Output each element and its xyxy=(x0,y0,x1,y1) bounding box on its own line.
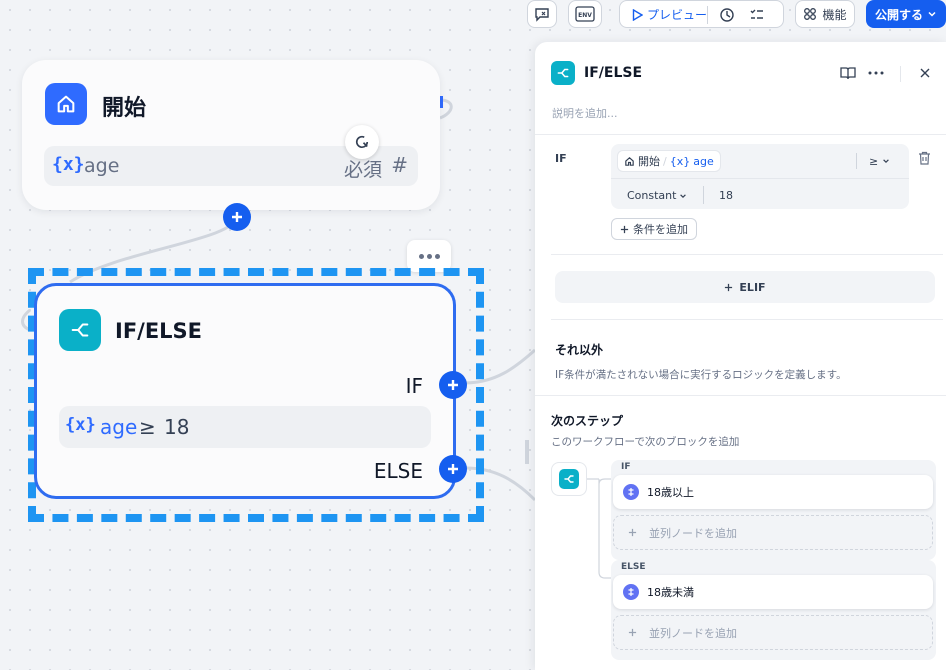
features-button[interactable]: 機能 xyxy=(795,0,855,28)
sync-button[interactable] xyxy=(345,125,379,159)
if-branch-label: IF xyxy=(405,374,423,398)
llm-icon xyxy=(623,584,639,600)
variable-name: age xyxy=(84,155,120,177)
checklist-button[interactable] xyxy=(527,0,557,28)
current-node-block xyxy=(551,462,587,496)
branch-node-card[interactable]: 18歳以上 xyxy=(613,475,933,509)
home-icon xyxy=(625,156,634,166)
message-check-icon xyxy=(535,8,549,22)
next-step-description: このワークフローで次のブロックを追加 xyxy=(551,436,740,448)
add-else-branch-button[interactable] xyxy=(439,455,467,483)
add-parallel-node-button[interactable]: 並列ノードを追加 xyxy=(613,615,933,650)
chevron-down-icon xyxy=(928,11,936,17)
refresh-icon xyxy=(355,135,369,148)
variable-icon: {x} xyxy=(669,154,691,168)
value-type-select[interactable]: Constant xyxy=(627,189,687,202)
branch-icon xyxy=(59,309,101,351)
branch-node-card[interactable]: 18歳未満 xyxy=(613,575,933,609)
grid-icon xyxy=(804,8,817,20)
else-branch-label: ELSE xyxy=(373,459,423,483)
play-icon xyxy=(632,8,643,21)
plus-icon xyxy=(620,225,629,233)
ifelse-node-title: IF/ELSE xyxy=(115,319,203,343)
home-icon xyxy=(45,83,87,125)
plus-icon xyxy=(448,464,458,474)
variable-icon: {x} xyxy=(52,154,85,175)
start-node-title: 開始 xyxy=(102,96,147,121)
plus-icon xyxy=(628,628,637,637)
publish-button[interactable]: 公開する xyxy=(866,0,946,28)
plus-icon xyxy=(725,283,733,291)
book-icon[interactable] xyxy=(840,66,856,80)
start-node[interactable]: 開始 {x} age 必須 # xyxy=(22,60,440,210)
add-if-branch-button[interactable] xyxy=(439,371,467,399)
branch-label: IF xyxy=(621,462,631,472)
close-icon[interactable] xyxy=(920,68,930,78)
condition-editor: 開始 / {x} age ≥ Constant 18 xyxy=(611,144,909,209)
panel-title[interactable]: IF/ELSE xyxy=(584,65,642,81)
variable-selector[interactable]: 開始 / {x} age xyxy=(617,150,721,172)
operator-select[interactable]: ≥ xyxy=(856,153,890,169)
env-icon: ENV xyxy=(575,6,595,22)
checklist-icon[interactable] xyxy=(749,7,765,23)
branch-icon xyxy=(559,469,579,489)
history-icon[interactable] xyxy=(719,7,735,23)
plus-icon xyxy=(628,528,637,537)
node-settings-panel: IF/ELSE 説明を追加... IF 開始 / {x} age ≥ Const… xyxy=(535,42,946,670)
description-input[interactable]: 説明を追加... xyxy=(552,105,618,121)
variable-icon: {x} xyxy=(65,415,96,435)
condition-value: 18 xyxy=(164,415,190,439)
add-elif-button[interactable]: ELIF xyxy=(555,271,935,303)
more-dots-icon xyxy=(418,253,424,259)
preview-label: プレビュー xyxy=(647,8,708,22)
add-condition-button[interactable]: 条件を追加 xyxy=(611,218,697,240)
plus-icon xyxy=(448,380,458,390)
plus-icon xyxy=(232,212,242,222)
condition-operator: ≥ xyxy=(139,415,156,439)
if-section-label: IF xyxy=(555,152,567,165)
else-heading: それ以外 xyxy=(555,343,604,357)
next-step-heading: 次のステップ xyxy=(551,414,624,428)
more-horizontal-icon[interactable] xyxy=(868,71,884,75)
branch-icon xyxy=(551,61,575,85)
svg-text:ENV: ENV xyxy=(578,12,592,19)
run-toolbar-group: プレビュー xyxy=(619,0,784,28)
else-branch-block: ELSE 18歳未満 並列ノードを追加 xyxy=(611,560,936,660)
branch-label: ELSE xyxy=(621,562,646,572)
chevron-down-icon xyxy=(883,159,890,164)
number-type-icon: # xyxy=(391,153,408,177)
features-label: 機能 xyxy=(822,7,847,22)
condition-variable: age xyxy=(100,415,138,439)
llm-icon xyxy=(623,484,639,500)
if-branch-block: IF 18歳以上 並列ノードを追加 xyxy=(611,460,936,560)
variable-name: age xyxy=(693,154,714,168)
branch-connector-lines xyxy=(587,478,611,579)
add-parallel-node-button[interactable]: 並列ノードを追加 xyxy=(613,515,933,550)
trash-icon[interactable] xyxy=(918,151,931,165)
else-description: IF条件が満たされない場合に実行するロジックを定義します。 xyxy=(555,369,847,381)
condition-row[interactable]: {x} age ≥ 18 xyxy=(59,406,431,448)
chevron-down-icon xyxy=(680,193,687,198)
condition-value-input[interactable]: 18 xyxy=(719,189,733,202)
preview-button[interactable]: プレビュー xyxy=(632,6,707,23)
publish-label: 公開する xyxy=(874,7,923,22)
env-button[interactable]: ENV xyxy=(568,0,602,28)
add-node-button[interactable] xyxy=(223,203,251,231)
ifelse-node[interactable]: IF/ELSE IF {x} age ≥ 18 ELSE xyxy=(34,283,456,499)
required-label: 必須 xyxy=(343,159,382,181)
source-node-name: 開始 xyxy=(638,155,660,168)
